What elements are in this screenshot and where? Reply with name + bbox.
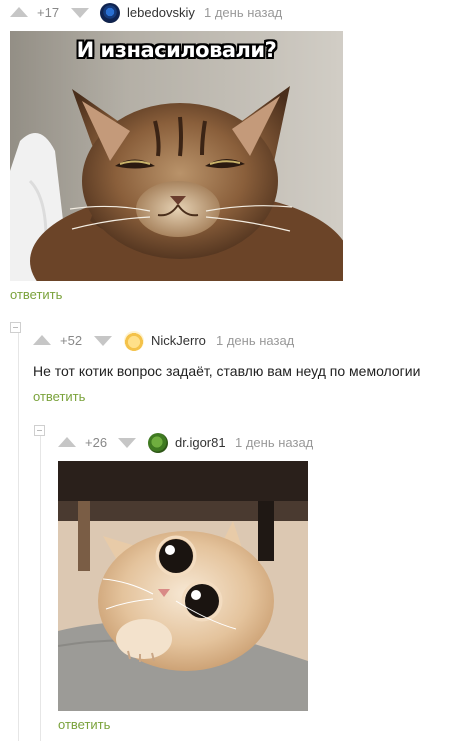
cartoon-avatar-icon[interactable] bbox=[124, 331, 144, 351]
upvote-button[interactable] bbox=[10, 7, 28, 17]
comment-time[interactable]: 1 день назад bbox=[216, 333, 294, 348]
comment-image[interactable] bbox=[58, 461, 308, 711]
comment-rating: +52 bbox=[60, 333, 83, 348]
reply-link[interactable]: ответить bbox=[10, 287, 62, 302]
smug-cat-picture bbox=[10, 31, 343, 281]
collapse-thread-button[interactable] bbox=[10, 322, 21, 333]
comment-image[interactable]: И изнасиловали? bbox=[10, 31, 343, 281]
downvote-button[interactable] bbox=[71, 8, 89, 18]
comment-time[interactable]: 1 день назад bbox=[235, 435, 313, 450]
reply-link[interactable]: ответить bbox=[58, 717, 110, 732]
comment-username[interactable]: lebedovskiy bbox=[127, 5, 195, 20]
downvote-button[interactable] bbox=[118, 438, 136, 448]
comment-username[interactable]: NickJerro bbox=[151, 333, 206, 348]
collapse-thread-button[interactable] bbox=[34, 425, 45, 436]
downvote-button[interactable] bbox=[94, 336, 112, 346]
reply-link[interactable]: ответить bbox=[33, 389, 85, 404]
comment-username[interactable]: dr.igor81 bbox=[175, 435, 226, 450]
peacock-feather-avatar-icon[interactable] bbox=[100, 3, 120, 23]
comment-rating: +26 bbox=[85, 435, 108, 450]
comment-time[interactable]: 1 день назад bbox=[204, 5, 282, 20]
peeking-cat-picture bbox=[58, 461, 308, 711]
comment-rating: +17 bbox=[37, 5, 60, 20]
thread-line-level-1 bbox=[18, 332, 19, 741]
comment-text: Не тот котик вопрос задаёт, ставлю вам н… bbox=[33, 363, 421, 379]
thread-line-level-2 bbox=[40, 434, 41, 741]
upvote-button[interactable] bbox=[58, 437, 76, 447]
upvote-button[interactable] bbox=[33, 335, 51, 345]
meme-caption: И изнасиловали? bbox=[76, 38, 277, 62]
green-bird-avatar-icon[interactable] bbox=[148, 433, 168, 453]
